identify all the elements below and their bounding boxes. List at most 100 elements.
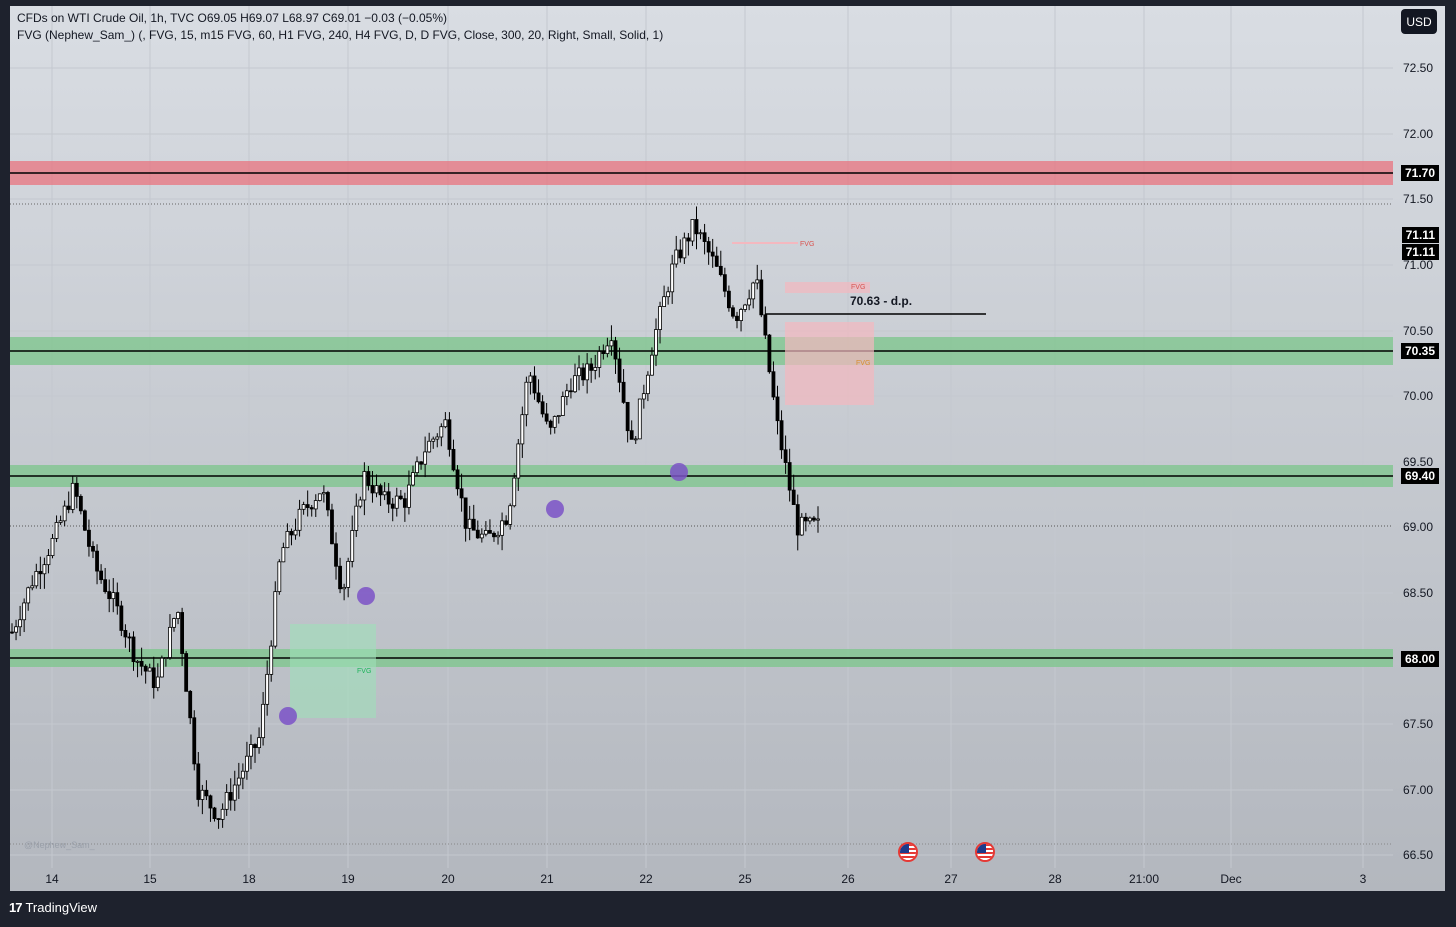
candle-body <box>338 565 342 590</box>
candle-body <box>759 279 764 316</box>
candle-body <box>496 534 500 538</box>
candle-body <box>787 462 792 491</box>
candle-body <box>293 529 298 536</box>
candle-body <box>423 451 428 465</box>
candle-body <box>281 547 286 563</box>
candle-body <box>678 249 683 259</box>
candle-body <box>548 420 553 428</box>
price-tick: 72.50 <box>1402 61 1433 75</box>
candle-body <box>155 676 160 688</box>
candle-body <box>123 630 128 638</box>
swing-marker[interactable] <box>670 463 688 481</box>
candle-body <box>70 482 75 510</box>
candle-body <box>492 532 496 538</box>
price-badge: 70.35 <box>1400 343 1439 359</box>
price-tick: 67.00 <box>1402 783 1433 797</box>
candle-body <box>520 414 525 445</box>
candle-body <box>346 560 351 588</box>
candle-body <box>305 504 310 508</box>
candle-body <box>589 363 594 371</box>
symbol-legend[interactable]: CFDs on WTI Crude Oil, 1h, TVC O69.05 H6… <box>17 11 447 25</box>
price-chart[interactable]: FVG FVG FVG FVG <box>10 6 1393 868</box>
candle-body <box>512 477 517 507</box>
time-tick: 21:00 <box>1128 872 1160 886</box>
candle-body <box>743 304 747 310</box>
price-badge: 68.00 <box>1400 651 1439 667</box>
candle-body <box>159 657 164 678</box>
candle-body <box>581 367 585 381</box>
horizontal-grid <box>10 67 1393 856</box>
candle-body <box>111 592 116 600</box>
candle-body <box>285 531 290 549</box>
candle-body <box>577 367 581 377</box>
price-tick: 72.00 <box>1402 127 1433 141</box>
candle-body <box>107 591 112 600</box>
candle-body <box>508 505 513 525</box>
candle-body <box>184 653 189 692</box>
candle-body <box>309 507 314 510</box>
candle-body <box>411 472 415 486</box>
candle-body <box>253 744 257 749</box>
candle-body <box>289 531 294 536</box>
candle-body <box>722 274 727 292</box>
swing-marker[interactable] <box>357 587 375 605</box>
candle-body <box>488 530 492 534</box>
candle-body <box>204 789 209 797</box>
candle-body <box>313 500 318 510</box>
candle-body <box>455 469 460 490</box>
candle-body <box>573 375 577 393</box>
candle-body <box>415 461 419 473</box>
candle-body <box>739 309 743 321</box>
candle-body <box>816 518 820 521</box>
candle-body <box>317 493 322 501</box>
candle-body <box>22 602 27 621</box>
candle-body <box>585 363 590 381</box>
candle-body <box>650 354 654 376</box>
price-tick: 71.50 <box>1402 192 1433 206</box>
candle-body <box>419 461 423 465</box>
time-tick: 18 <box>242 872 256 886</box>
candle-body <box>42 564 47 575</box>
candle-body <box>601 351 606 354</box>
candle-body <box>95 550 99 572</box>
tradingview-logo-icon: 17 <box>9 900 23 915</box>
price-axis[interactable]: 72.50 72.00 71.50 71.00 70.50 70.00 69.5… <box>1393 6 1445 868</box>
candle-body <box>402 498 407 508</box>
candle-body <box>143 665 148 672</box>
candle-body <box>666 291 671 298</box>
candle-body <box>613 340 618 360</box>
candle-body <box>633 438 638 441</box>
time-tick: 14 <box>45 872 59 886</box>
candle-body <box>103 579 108 592</box>
candle-body <box>621 381 626 403</box>
us-flag-event-icon[interactable] <box>975 842 995 862</box>
us-flag-event-icon[interactable] <box>898 842 918 862</box>
candle-body <box>74 482 79 497</box>
candle-body <box>763 314 768 336</box>
candle-body <box>115 592 120 607</box>
candle-body <box>269 645 274 675</box>
candle-body <box>326 492 330 511</box>
candle-body <box>188 690 193 719</box>
dp-label[interactable]: 70.63 - d.p. <box>850 294 912 308</box>
candle-body <box>321 492 326 495</box>
candle-body <box>382 491 387 496</box>
candle-body <box>99 570 104 581</box>
swing-marker[interactable] <box>279 707 297 725</box>
candle-body <box>407 484 411 508</box>
price-tick: 66.50 <box>1402 848 1433 862</box>
candle-body <box>536 392 541 403</box>
indicator-legend[interactable]: FVG (Nephew_Sam_) (, FVG, 15, m15 FVG, 6… <box>17 28 663 42</box>
candle-body <box>297 508 302 531</box>
time-tick: 20 <box>441 872 455 886</box>
chart-frame[interactable]: FVG FVG FVG FVG CFDs on WTI Crude Oil, 1… <box>10 6 1445 891</box>
candle-body <box>46 555 51 566</box>
candle-body <box>277 561 282 593</box>
candle-body <box>528 375 533 383</box>
candle-body <box>459 488 464 499</box>
swing-marker[interactable] <box>546 500 564 518</box>
candle-body <box>645 374 650 395</box>
tradingview-brand[interactable]: 17 TradingView <box>9 900 97 915</box>
candle-body <box>807 517 812 522</box>
candle-body <box>718 265 723 276</box>
